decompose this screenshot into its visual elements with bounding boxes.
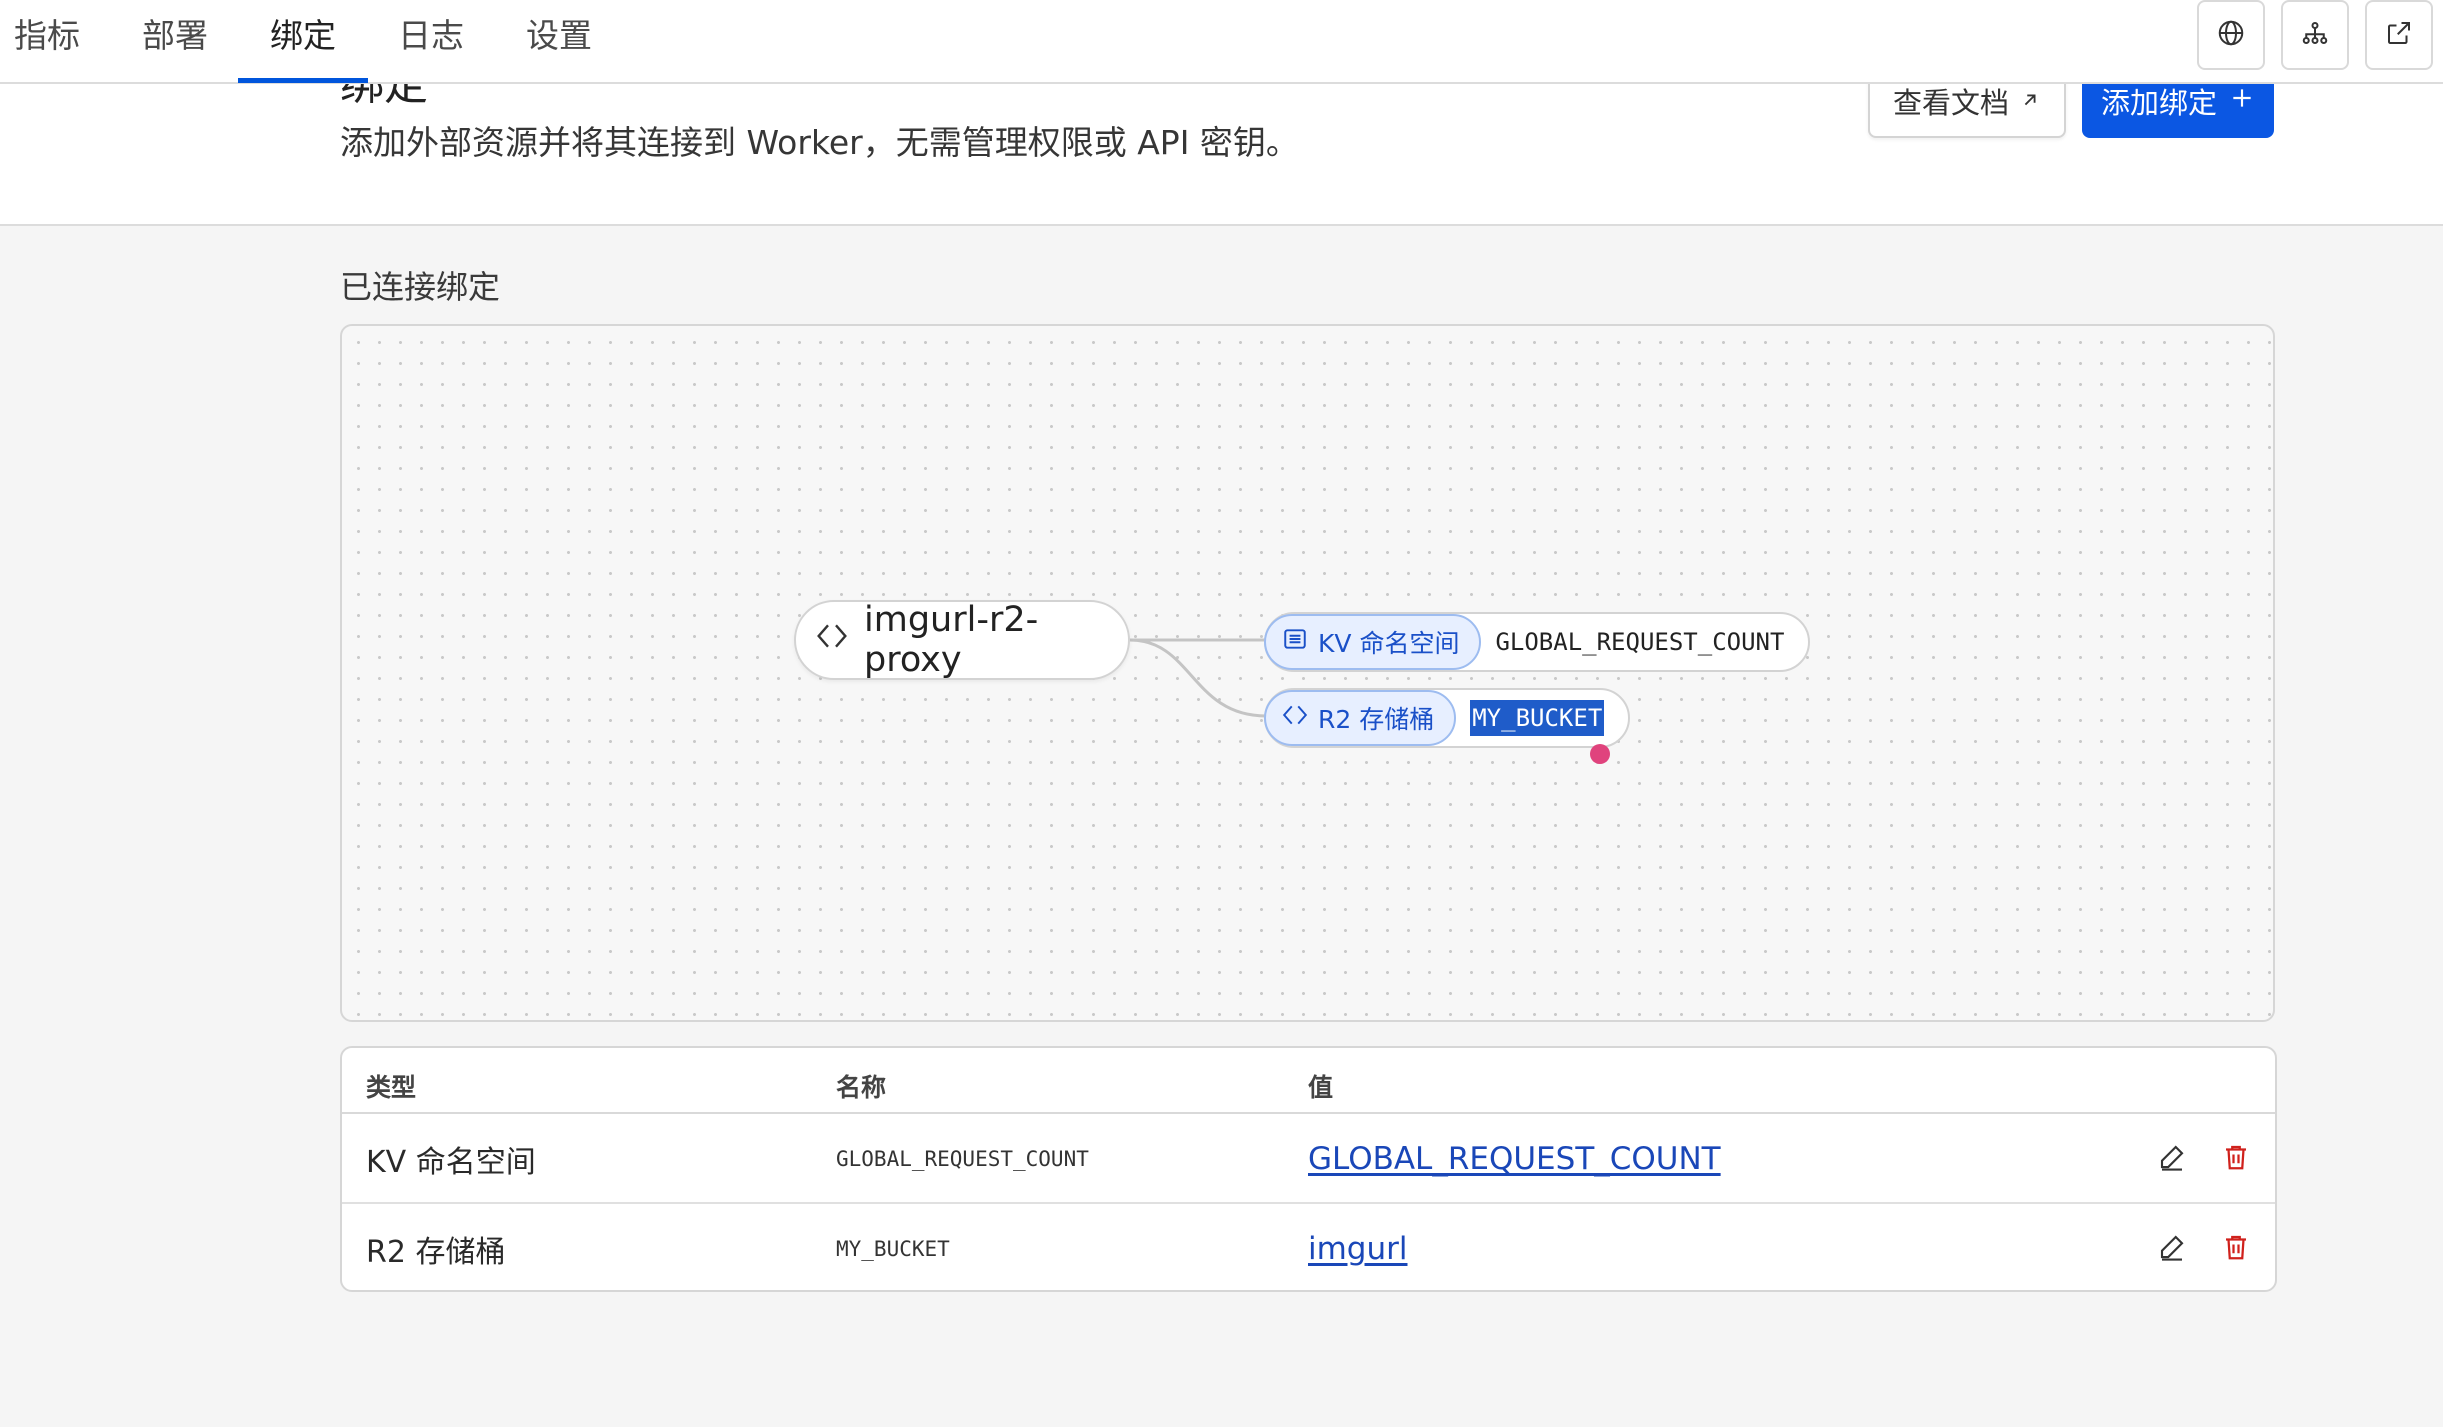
- diamond-icon: [1282, 702, 1308, 734]
- row-name: GLOBAL_REQUEST_COUNT: [836, 1147, 1089, 1171]
- edit-button[interactable]: [2154, 1231, 2190, 1267]
- binding-node-kv[interactable]: KV 命名空间 GLOBAL_REQUEST_COUNT: [1264, 612, 1811, 672]
- delete-button[interactable]: [2218, 1231, 2254, 1267]
- hierarchy-button[interactable]: [2281, 0, 2349, 70]
- tab-metrics[interactable]: 指标: [14, 0, 80, 84]
- bindings-table: 类型 名称 值 KV 命名空间 GLOBAL_REQUEST_COUNT GLO…: [340, 1046, 2277, 1292]
- edit-button[interactable]: [2154, 1141, 2190, 1177]
- hierarchy-icon: [2300, 18, 2330, 52]
- graph-edges: [1129, 638, 1267, 718]
- trash-icon: [2221, 1232, 2251, 1266]
- column-value-header: 值: [1308, 1073, 1334, 1102]
- tab-logs[interactable]: 日志: [398, 0, 464, 84]
- binding-node-name: MY_BUCKET: [1456, 700, 1628, 736]
- column-name-header: 名称: [836, 1073, 887, 1102]
- row-value: GLOBAL_REQUEST_COUNT: [1308, 1114, 1721, 1204]
- row-value-link[interactable]: imgurl: [1308, 1231, 1408, 1267]
- pencil-icon: [2157, 1142, 2187, 1176]
- binding-type-tag: KV 命名空间: [1264, 614, 1482, 670]
- trash-icon: [2221, 1142, 2251, 1176]
- binding-node-r2[interactable]: R2 存储桶 MY_BUCKET: [1264, 688, 1631, 748]
- row-value-link[interactable]: GLOBAL_REQUEST_COUNT: [1308, 1141, 1721, 1177]
- pencil-icon: [2157, 1232, 2187, 1266]
- external-link-icon: [2384, 18, 2414, 52]
- list-icon: [1282, 626, 1308, 658]
- active-tab-indicator: [238, 78, 368, 83]
- bindings-graph-canvas[interactable]: imgurl-r2-proxy KV 命名空间 GLOBAL_REQUEST_C…: [340, 324, 2275, 1022]
- page-header: 绑定 添加外部资源并将其连接到 Worker，无需管理权限或 API 密钥。 查…: [0, 84, 2443, 226]
- page-subtitle: 添加外部资源并将其连接到 Worker，无需管理权限或 API 密钥。: [340, 123, 1299, 162]
- selected-binding-name: MY_BUCKET: [1470, 700, 1605, 736]
- tab-deployments[interactable]: 部署: [142, 0, 208, 84]
- plus-icon: [2229, 84, 2255, 118]
- binding-type-label: R2 存储桶: [1318, 705, 1435, 734]
- tab-bindings[interactable]: 绑定: [270, 0, 336, 84]
- worker-code-icon: [816, 620, 848, 661]
- globe-button[interactable]: [2197, 0, 2265, 70]
- column-type-header: 类型: [366, 1073, 417, 1102]
- binding-type-tag: R2 存储桶: [1264, 690, 1457, 746]
- delete-button[interactable]: [2218, 1141, 2254, 1177]
- view-docs-label: 查看文档: [1892, 86, 2009, 120]
- top-navigation: 指标 部署 绑定 日志 设置: [0, 0, 2443, 84]
- row-type: R2 存储桶: [366, 1235, 506, 1270]
- globe-icon: [2216, 18, 2246, 52]
- edge-r2: [1129, 638, 1267, 718]
- connection-handle[interactable]: [1590, 744, 1610, 764]
- view-docs-button[interactable]: 查看文档: [1868, 84, 2066, 138]
- tab-settings[interactable]: 设置: [526, 0, 592, 84]
- open-external-button[interactable]: [2365, 0, 2433, 70]
- worker-name: imgurl-r2-proxy: [864, 600, 1039, 680]
- table-row: KV 命名空间 GLOBAL_REQUEST_COUNT GLOBAL_REQU…: [342, 1114, 2275, 1204]
- page-title: 绑定: [340, 84, 428, 110]
- binding-type-label: KV 命名空间: [1318, 629, 1460, 658]
- row-type: KV 命名空间: [366, 1145, 536, 1180]
- row-value: imgurl: [1308, 1204, 1408, 1290]
- table-header: 类型 名称 值: [342, 1048, 2275, 1114]
- connected-bindings-title: 已连接绑定: [340, 268, 501, 306]
- arrow-up-right-icon: [2019, 84, 2041, 118]
- worker-node[interactable]: imgurl-r2-proxy: [794, 600, 1130, 680]
- binding-node-name: GLOBAL_REQUEST_COUNT: [1495, 628, 1785, 656]
- add-binding-button[interactable]: 添加绑定: [2082, 84, 2274, 138]
- row-name: MY_BUCKET: [836, 1237, 950, 1261]
- table-row: R2 存储桶 MY_BUCKET imgurl: [342, 1204, 2275, 1290]
- add-binding-label: 添加绑定: [2100, 86, 2217, 120]
